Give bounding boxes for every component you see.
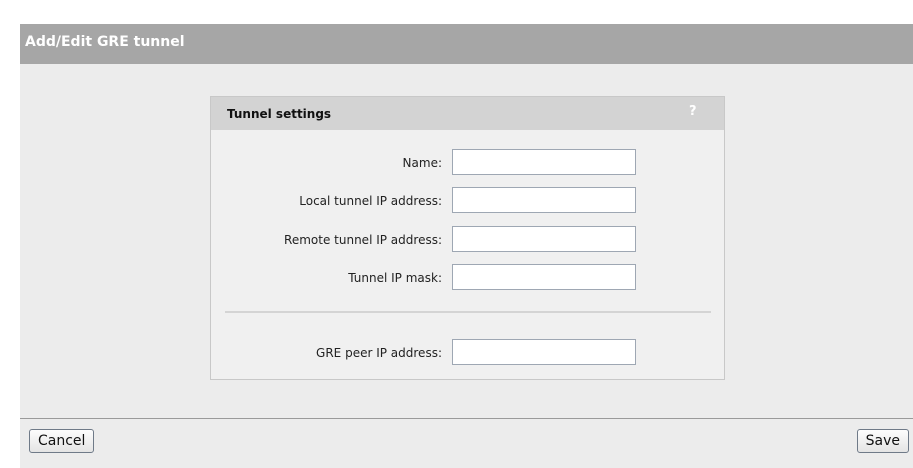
panel-header: Tunnel settings ? [211,97,724,130]
title-bar: Add/Edit GRE tunnel [20,24,913,64]
name-input[interactable] [452,149,636,175]
cancel-button[interactable]: Cancel [29,429,95,453]
tunnel-ip-mask-label: Tunnel IP mask: [348,271,442,285]
panel-title: Tunnel settings [227,107,332,121]
footer-divider [20,418,913,419]
page-title: Add/Edit GRE tunnel [25,34,185,50]
name-label: Name: [402,156,442,170]
local-tunnel-ip-label: Local tunnel IP address: [299,194,442,208]
remote-tunnel-ip-input[interactable] [452,226,636,252]
remote-tunnel-ip-label: Remote tunnel IP address: [284,233,442,247]
save-button[interactable]: Save [856,429,909,453]
help-icon[interactable]: ? [689,104,697,119]
tunnel-settings-panel: Tunnel settings ? Name: Local tunnel IP … [210,96,725,380]
local-tunnel-ip-input[interactable] [452,187,636,213]
page-frame: Add/Edit GRE tunnel Tunnel settings ? Na… [20,24,913,468]
tunnel-ip-mask-input[interactable] [452,264,636,290]
section-divider [225,311,711,313]
gre-peer-ip-label: GRE peer IP address: [316,346,442,360]
gre-peer-ip-input[interactable] [452,339,636,365]
